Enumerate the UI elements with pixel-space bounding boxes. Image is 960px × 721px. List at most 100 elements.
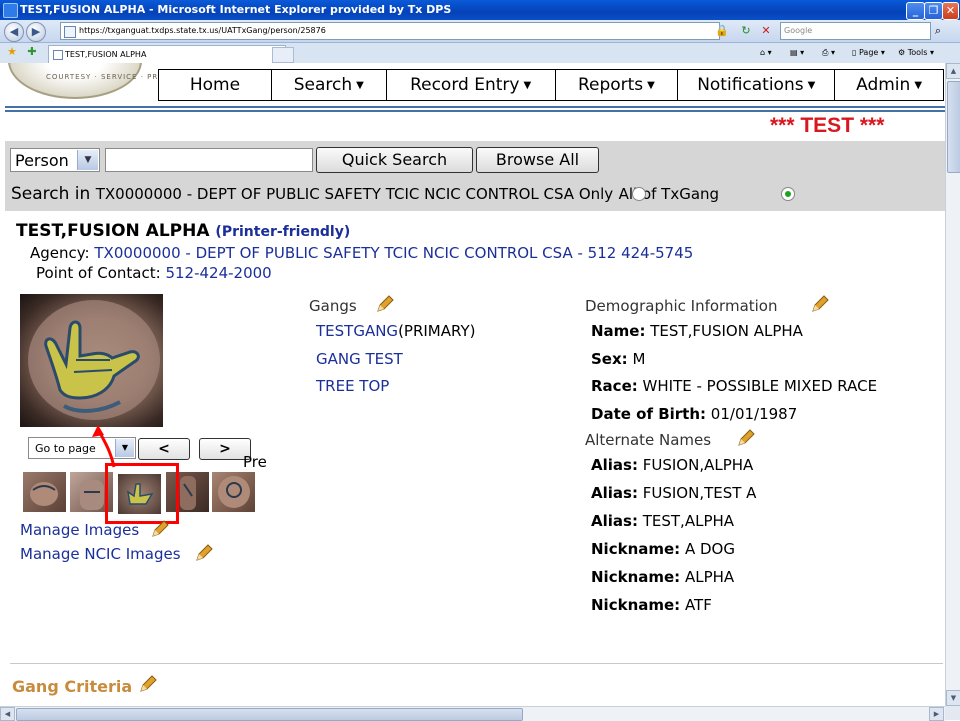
- nav-admin[interactable]: Admin ▼: [835, 70, 943, 100]
- main-nav: Home Search ▼ Record Entry ▼ Reports ▼ Noti…: [158, 69, 944, 101]
- tab-bar: ★ ✚ TEST,FUSION ALPHA ⌂ ▾ ▤ ▾ ⎙ ▾ ▯ Page…: [0, 43, 960, 64]
- chevron-down-icon: ▼: [523, 79, 532, 91]
- browse-all-button[interactable]: Browse All: [476, 147, 599, 173]
- new-tab-button[interactable]: [272, 47, 294, 63]
- alt-name-label: Alias:: [591, 456, 638, 474]
- url-field[interactable]: https://txganguat.txdps.state.tx.us/UATT…: [60, 22, 720, 40]
- back-icon[interactable]: ◀: [4, 22, 24, 42]
- page-menu[interactable]: ▯ Page ▾: [852, 46, 885, 60]
- ie-icon: [3, 3, 18, 18]
- manage-images-link[interactable]: Manage Images: [20, 521, 139, 539]
- test-environment-banner: *** TEST ***: [770, 114, 885, 137]
- demo-race-row: Race: WHITE - POSSIBLE MIXED RACE: [591, 377, 877, 395]
- preview-text: Pre: [243, 453, 267, 471]
- demographics-heading: Demographic Information: [585, 297, 778, 315]
- quick-search-button[interactable]: Quick Search: [316, 147, 473, 173]
- alt-name-label: Alias:: [591, 512, 638, 530]
- stop-icon[interactable]: ✕: [758, 23, 774, 39]
- gangs-heading: Gangs: [309, 297, 357, 315]
- gang-item: TESTGANG(PRIMARY): [316, 322, 476, 340]
- pencil-edit-icon[interactable]: [375, 294, 395, 314]
- demo-name-value: TEST,FUSION ALPHA: [650, 322, 803, 340]
- prev-image-button[interactable]: <: [138, 438, 190, 460]
- scroll-right-icon[interactable]: ▶: [929, 707, 944, 721]
- pencil-edit-icon[interactable]: [194, 543, 214, 563]
- pencil-edit-icon[interactable]: [150, 519, 170, 539]
- manage-ncic-images-link[interactable]: Manage NCIC Images: [20, 545, 181, 563]
- horizontal-scrollbar[interactable]: ◀ ▶: [0, 706, 945, 721]
- contact-label: Point of Contact:: [36, 264, 161, 282]
- gang-link[interactable]: TREE TOP: [316, 377, 389, 395]
- tab-page-icon: [53, 50, 63, 60]
- main-photo[interactable]: [20, 294, 163, 427]
- nav-home-label: Home: [189, 75, 241, 95]
- alt-name-value: ALPHA: [684, 568, 735, 586]
- nav-home[interactable]: Home: [159, 70, 272, 100]
- alt-name-label: Nickname:: [591, 568, 681, 586]
- torso-tattoo-thumb: [30, 482, 58, 506]
- gang-suffix: (PRIMARY): [398, 322, 476, 340]
- pencil-edit-icon[interactable]: [138, 674, 158, 694]
- scope-agency-radio[interactable]: [632, 187, 646, 201]
- scope-all-radio[interactable]: [781, 187, 795, 201]
- search-icon[interactable]: ⌕: [930, 23, 946, 39]
- vertical-scrollbar[interactable]: ▲ ▼: [945, 63, 960, 706]
- nav-reports[interactable]: Reports ▼: [556, 70, 679, 100]
- home-icon[interactable]: ⌂ ▾: [760, 46, 772, 60]
- alt-name-row: Nickname: ATF: [591, 596, 712, 614]
- web-search-input[interactable]: Google: [780, 22, 931, 40]
- alt-name-row: Nickname: ALPHA: [591, 568, 734, 586]
- search-scope: Search in TX0000000 - DEPT OF PUBLIC SAF…: [11, 184, 719, 204]
- nav-search[interactable]: Search ▼: [272, 70, 387, 100]
- add-favorites-icon[interactable]: ✚: [24, 44, 40, 60]
- close-button[interactable]: ✕: [942, 2, 959, 20]
- demo-name-row: Name: TEST,FUSION ALPHA: [591, 322, 803, 340]
- forward-icon[interactable]: ▶: [26, 22, 46, 42]
- alternate-names-heading: Alternate Names: [585, 431, 712, 449]
- pencil-edit-icon[interactable]: [736, 428, 756, 448]
- minimize-button[interactable]: _: [906, 2, 925, 20]
- person-name: TEST,FUSION ALPHA: [16, 221, 210, 241]
- image-thumbnail[interactable]: [23, 472, 66, 512]
- image-thumbnail[interactable]: [212, 472, 255, 512]
- gang-link[interactable]: GANG TEST: [316, 350, 403, 368]
- favorites-star-icon[interactable]: ★: [4, 44, 20, 60]
- scrollbar-corner: [945, 706, 960, 720]
- nav-record-entry-label: Record Entry: [410, 75, 520, 95]
- agency-link[interactable]: TX0000000 - DEPT OF PUBLIC SAFETY TCIC N…: [94, 244, 693, 262]
- gang-link[interactable]: TESTGANG: [316, 322, 398, 340]
- page-icon: [64, 26, 76, 38]
- horizontal-scroll-thumb[interactable]: [16, 708, 523, 721]
- scroll-left-icon[interactable]: ◀: [0, 707, 15, 721]
- print-icon[interactable]: ⎙ ▾: [822, 46, 835, 60]
- vertical-scroll-thumb[interactable]: [947, 81, 960, 173]
- alt-name-label: Alias:: [591, 484, 638, 502]
- alt-name-label: Nickname:: [591, 540, 681, 558]
- scope-agency-label: TX0000000 - DEPT OF PUBLIC SAFETY TCIC N…: [95, 185, 614, 203]
- url-text: https://txganguat.txdps.state.tx.us/UATT…: [79, 26, 326, 35]
- nav-notifications[interactable]: Notifications ▼: [678, 70, 836, 100]
- alt-name-row: Alias: FUSION,TEST A: [591, 484, 756, 502]
- alt-name-label: Nickname:: [591, 596, 681, 614]
- lock-icon[interactable]: 🔒: [714, 23, 730, 39]
- pencil-edit-icon[interactable]: [810, 294, 830, 314]
- printer-friendly-link[interactable]: (Printer-friendly): [215, 224, 350, 240]
- search-type-select[interactable]: Person ▼: [10, 148, 100, 172]
- alt-name-value: FUSION,TEST A: [642, 484, 757, 502]
- quick-search-input[interactable]: [105, 148, 313, 172]
- person-heading: TEST,FUSION ALPHA (Printer-friendly): [16, 221, 350, 241]
- scroll-down-icon[interactable]: ▼: [946, 690, 960, 706]
- chevron-down-icon: ▼: [77, 150, 98, 170]
- agency-label: Agency:: [30, 244, 90, 262]
- feeds-icon[interactable]: ▤ ▾: [790, 46, 804, 60]
- scroll-up-icon[interactable]: ▲: [946, 63, 960, 79]
- contact-link[interactable]: 512-424-2000: [165, 264, 271, 282]
- browser-tab[interactable]: TEST,FUSION ALPHA: [48, 45, 286, 63]
- nav-notifications-label: Notifications: [697, 75, 804, 95]
- nav-record-entry[interactable]: Record Entry ▼: [387, 70, 556, 100]
- chevron-down-icon: ▼: [647, 79, 655, 91]
- maximize-button[interactable]: ❐: [924, 2, 943, 20]
- manage-ncic-label: Manage NCIC Images: [20, 545, 181, 563]
- refresh-icon[interactable]: ↻: [738, 23, 754, 39]
- tools-menu[interactable]: ⚙ Tools ▾: [898, 46, 934, 60]
